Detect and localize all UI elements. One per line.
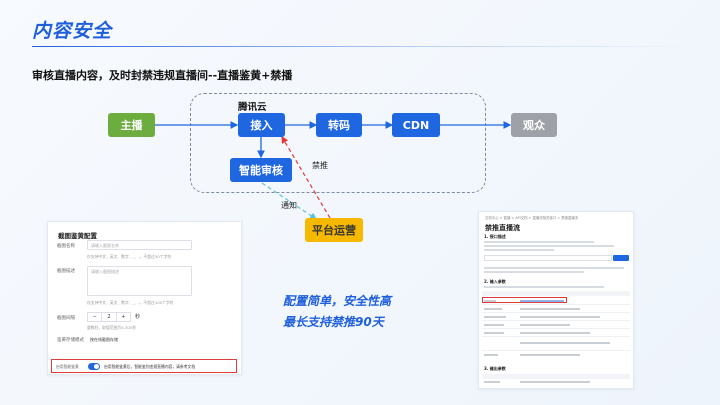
- toggle-description: 启用智能鉴黄后，智能鉴别违规直播内容，请参考文档: [104, 364, 196, 369]
- doc-table-row: [482, 350, 630, 351]
- doc-table-row: [482, 312, 630, 313]
- doc-text-line: [484, 271, 584, 273]
- doc-section-1: 1. 接口描述: [484, 234, 506, 239]
- doc-section-2: 2. 输入参数: [484, 279, 506, 284]
- node-cdn: CDN: [392, 113, 440, 137]
- doc-cell: [520, 300, 564, 302]
- doc-table-row: [482, 320, 630, 321]
- doc-cell: [520, 308, 580, 310]
- doc-table-row: [482, 304, 630, 305]
- field2-label: 截图描述: [57, 269, 75, 274]
- node-audience: 观众: [511, 113, 557, 137]
- doc-debug-button[interactable]: [613, 255, 629, 261]
- node-platform-ops: 平台运营: [305, 218, 363, 242]
- toggle-label: 启用智能鉴黄: [56, 364, 79, 369]
- doc-text-line: [484, 249, 554, 251]
- doc-cell: [484, 354, 498, 356]
- doc-table-header: [482, 374, 630, 379]
- smart-review-toggle-row: 启用智能鉴黄 启用智能鉴黄后，智能鉴别违规直播内容，请参考文档: [51, 359, 237, 373]
- slogan-line-2: 最长支持禁推90天: [283, 315, 384, 329]
- interval-label: 截图间隔: [57, 316, 75, 321]
- doc-text-line: [484, 245, 614, 247]
- stepper-minus-button[interactable]: −: [88, 313, 101, 321]
- field1-hint: 仅支持中文、英文、数字、_、-，不超过50个字符: [87, 254, 172, 259]
- doc-cell: [484, 316, 506, 318]
- doc-title: 禁推直播流: [485, 224, 520, 232]
- doc-cell: [484, 300, 496, 302]
- doc-text-line: [484, 241, 594, 243]
- edge-label-ban: 禁推: [312, 161, 328, 170]
- doc-cell: [520, 332, 590, 334]
- doc-cell: [520, 354, 580, 356]
- stepper-value[interactable]: 2: [101, 313, 115, 321]
- field1-input[interactable]: 请输入截图名称: [87, 240, 192, 250]
- edge-label-notify: 通知: [281, 201, 297, 210]
- doc-cell: [520, 324, 570, 326]
- field2-textarea[interactable]: 请输入截图描述: [87, 266, 192, 296]
- stepper-plus-button[interactable]: +: [115, 313, 130, 321]
- node-smart-review: 智能审核: [230, 158, 292, 182]
- doc-table-row: [482, 336, 630, 337]
- node-anchor: 主播: [108, 113, 155, 137]
- doc-cell: [484, 324, 504, 326]
- node-ingest: 接入: [238, 113, 285, 137]
- doc-cell: [484, 332, 504, 334]
- smart-review-toggle[interactable]: [88, 363, 100, 370]
- config-heading: 截图鉴黄配置: [58, 232, 97, 240]
- doc-breadcrumb[interactable]: 文档中心 > 直播 > API文档 > 直播流相关接口 > 禁推直播流: [485, 215, 578, 220]
- doc-cell: [520, 342, 610, 344]
- mode-label: 鉴黄存储模式: [57, 338, 84, 343]
- doc-section-3: 3. 输出参数: [484, 366, 506, 371]
- field2-hint: 仅支持中文、英文、数字、_、-，不超过100个字符: [87, 300, 174, 305]
- doc-table-row: [482, 328, 630, 329]
- interval-hint: 整数秒，取值范围为5-300秒: [87, 325, 137, 330]
- mode-select[interactable]: 按在线截图存储: [87, 335, 131, 345]
- interval-stepper[interactable]: − 2 +: [87, 312, 131, 322]
- node-transcode: 转码: [316, 113, 362, 137]
- doc-text-line: [484, 267, 624, 269]
- doc-api-explorer-input[interactable]: [484, 255, 612, 261]
- field1-label: 截图名称: [57, 244, 75, 249]
- interval-unit: 秒: [135, 314, 141, 320]
- doc-table-header: [482, 291, 630, 296]
- doc-cell: [520, 316, 600, 318]
- slogan-line-1: 配置简单，安全性高: [283, 294, 392, 308]
- doc-text-line: [484, 286, 604, 288]
- doc-cell: [484, 308, 502, 310]
- doc-cell: [520, 381, 590, 383]
- doc-cell: [484, 381, 500, 383]
